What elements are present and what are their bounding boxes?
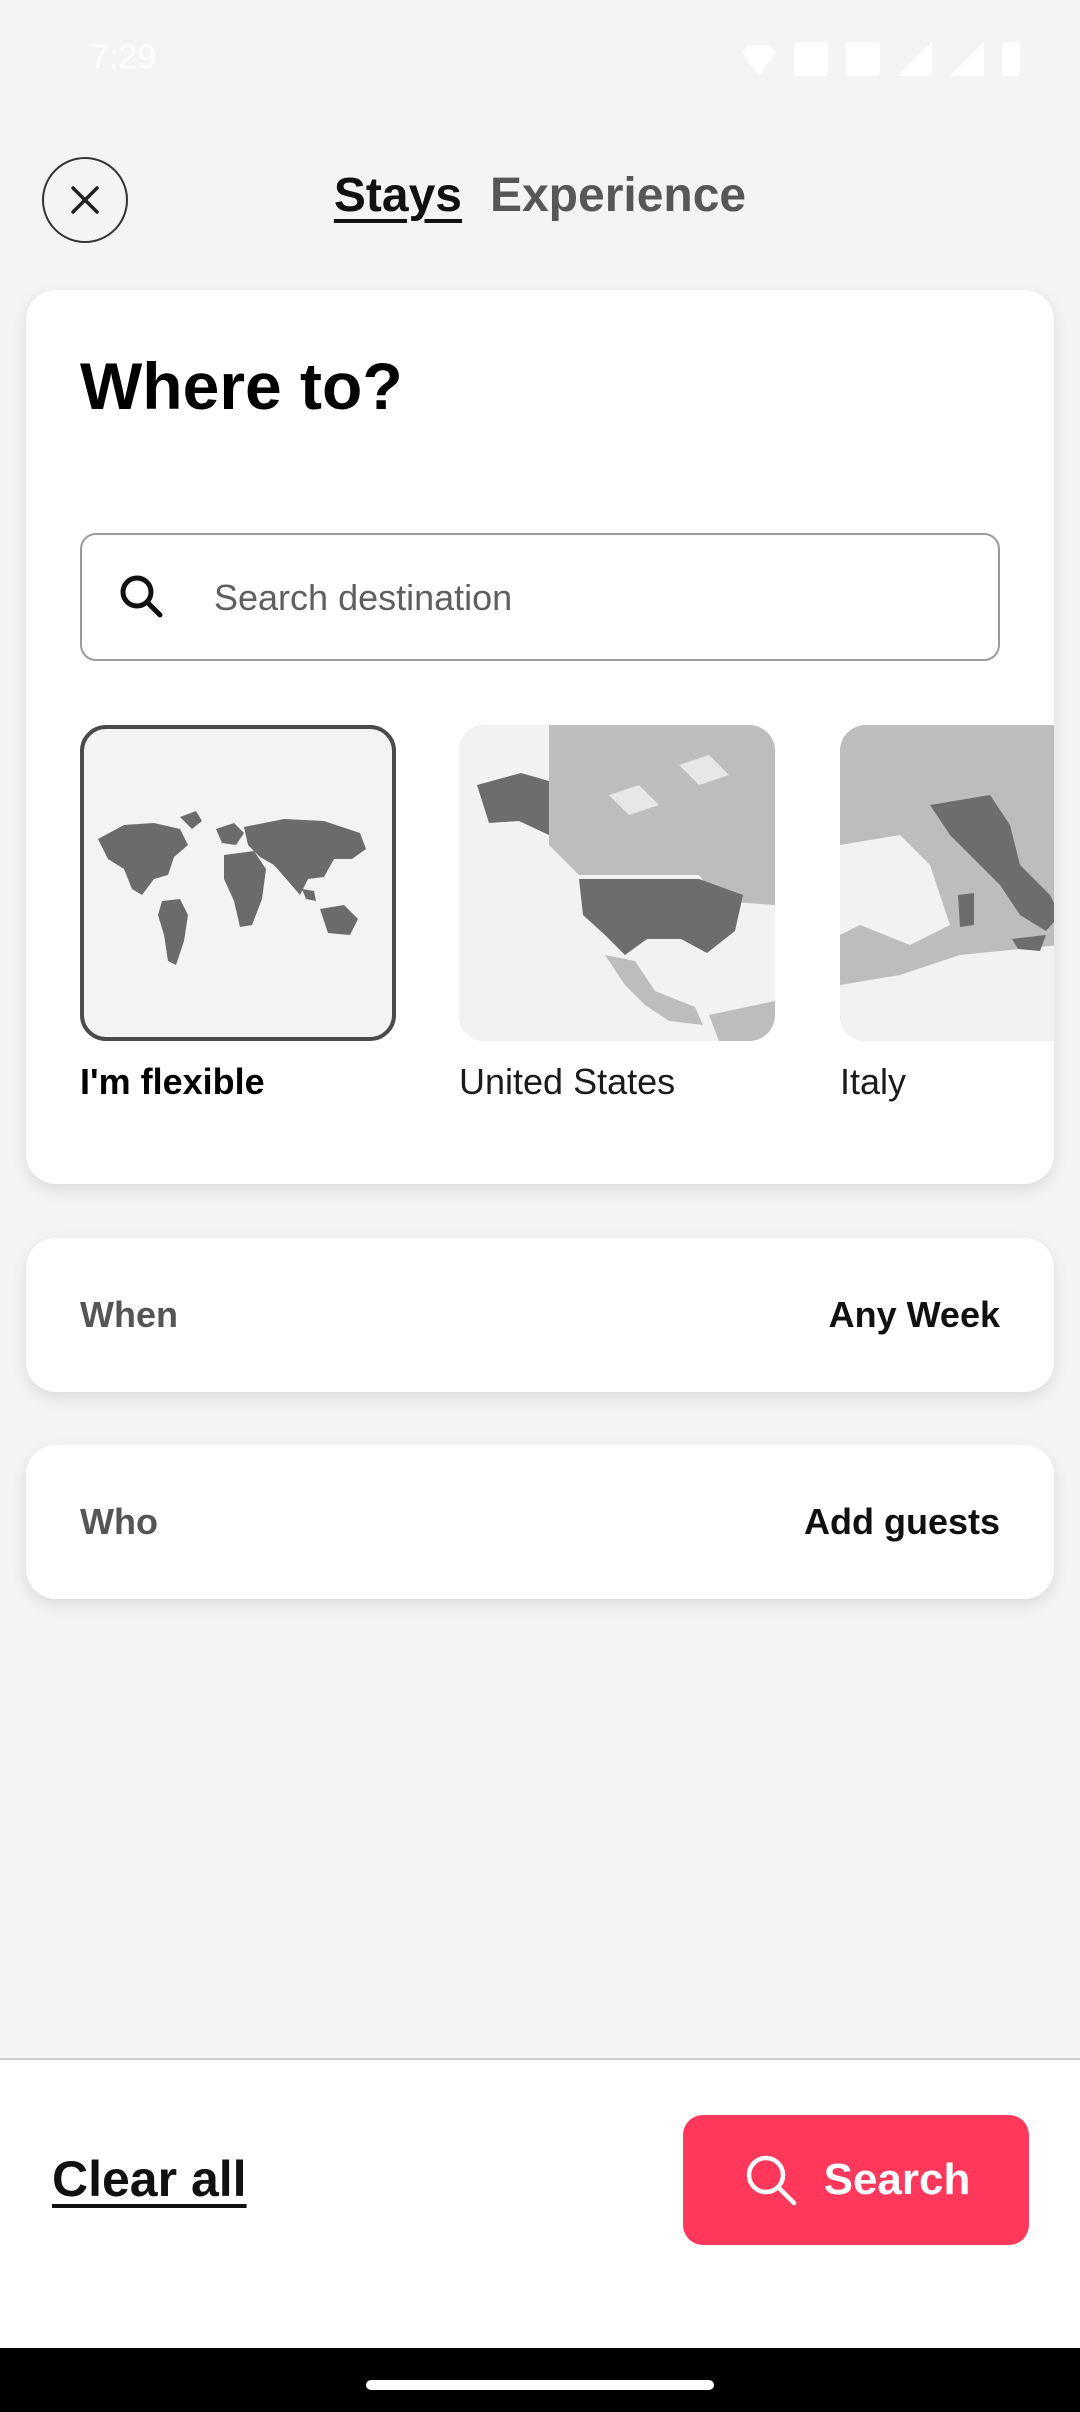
hd-icon bbox=[846, 42, 880, 76]
hd-icon bbox=[794, 42, 828, 76]
search-icon bbox=[746, 2155, 796, 2206]
signal-icon bbox=[898, 42, 932, 76]
search-mode-tabs: Stays Experience bbox=[0, 168, 1080, 223]
where-title: Where to? bbox=[80, 349, 403, 423]
when-card[interactable]: When Any Week bbox=[26, 1238, 1054, 1392]
destination-flexible[interactable]: I'm flexible bbox=[80, 725, 396, 1103]
search-destination-input[interactable]: Search destination bbox=[80, 533, 1000, 661]
clear-all-button[interactable]: Clear all bbox=[52, 2150, 247, 2208]
wifi-icon bbox=[742, 45, 776, 76]
destination-italy[interactable]: Italy bbox=[840, 725, 1054, 1103]
destination-label: I'm flexible bbox=[80, 1061, 265, 1102]
status-icons bbox=[742, 42, 1020, 76]
signal-icon bbox=[950, 42, 984, 76]
search-icon bbox=[120, 575, 163, 618]
destination-label: Italy bbox=[840, 1061, 907, 1102]
italy-map-image bbox=[840, 725, 1054, 1041]
tab-stays[interactable]: Stays bbox=[334, 168, 462, 223]
home-indicator[interactable] bbox=[366, 2380, 714, 2390]
search-placeholder: Search destination bbox=[214, 577, 513, 618]
when-label: When bbox=[80, 1294, 178, 1335]
who-value: Add guests bbox=[803, 1501, 1000, 1542]
search-button-label: Search bbox=[823, 2155, 971, 2204]
who-card[interactable]: Who Add guests bbox=[26, 1445, 1054, 1599]
battery-icon bbox=[1002, 42, 1020, 76]
when-value: Any Week bbox=[828, 1294, 1000, 1335]
north-america-map-image bbox=[459, 725, 775, 1041]
who-label: Who bbox=[80, 1501, 158, 1542]
search-button[interactable]: Search bbox=[683, 2115, 1029, 2245]
status-time: 7:29 bbox=[90, 38, 157, 76]
tab-experience[interactable]: Experience bbox=[490, 168, 746, 223]
destination-label: United States bbox=[459, 1061, 676, 1102]
destination-list: I'm flexible United States Italy bbox=[80, 725, 1054, 1145]
world-map-image bbox=[80, 725, 396, 1041]
destination-united-states[interactable]: United States bbox=[459, 725, 775, 1103]
